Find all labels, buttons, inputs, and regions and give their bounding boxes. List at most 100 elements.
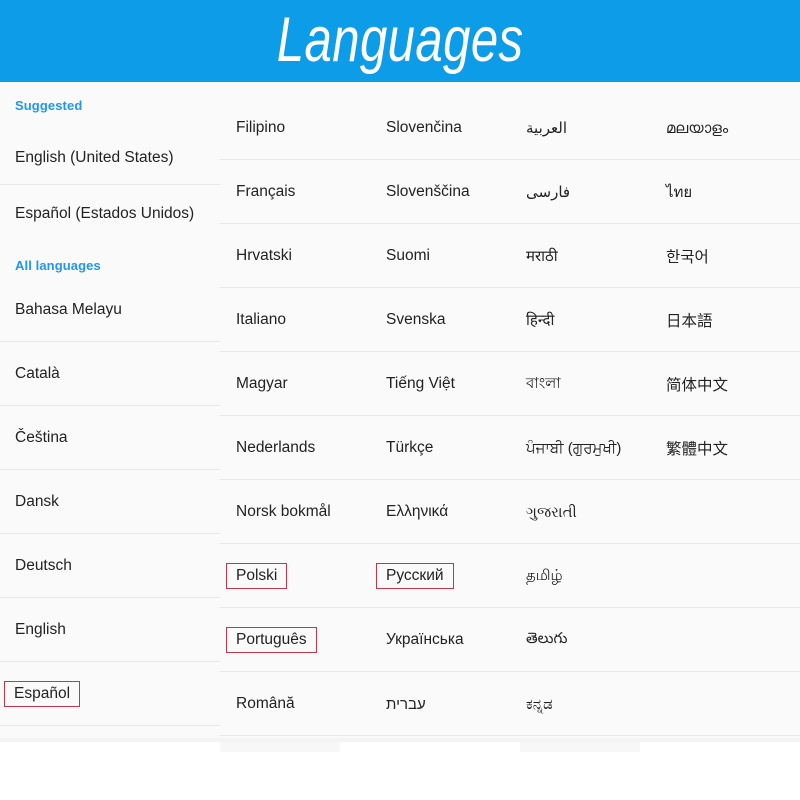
language-grid-cell[interactable]: ไทย <box>650 160 800 224</box>
sidebar-language-label: English <box>15 621 66 638</box>
language-label: Русский <box>376 562 454 590</box>
language-grid-cell[interactable]: ਪੰਜਾਬੀ (ਗੁਰਮੁਖੀ) <box>510 416 650 480</box>
language-grid-cell[interactable]: हिन्दी <box>510 288 650 352</box>
language-grid-cell[interactable]: 繁體中文 <box>650 416 800 480</box>
language-grid-cell[interactable]: العربية <box>510 96 650 160</box>
language-label: Slovenčina <box>386 119 462 136</box>
suggested-languages-sidebar: Suggested English (United States) Español … <box>0 82 220 742</box>
language-label: 한국어 <box>666 249 709 266</box>
language-grid-cell[interactable]: עברית <box>370 672 510 736</box>
sidebar-section-label: All languages <box>15 257 101 273</box>
language-grid-cell[interactable]: Română <box>220 672 370 736</box>
language-grid-cell[interactable]: తెలుగు <box>510 608 650 672</box>
language-grid-cell-empty <box>650 480 800 544</box>
language-grid-cell[interactable]: Svenska <box>370 288 510 352</box>
language-grid-cell[interactable]: ગુજરાતી <box>510 480 650 544</box>
language-label: Slovenščina <box>386 183 470 200</box>
language-label: Magyar <box>236 375 288 392</box>
sidebar-language-label: Català <box>15 365 60 382</box>
language-grid-row: Polski Русский தமிழ் <box>220 544 800 608</box>
language-label: বাংলা <box>526 374 561 392</box>
language-grid-cell[interactable]: Filipino <box>220 96 370 160</box>
sidebar-language-item[interactable]: Bahasa Melayu <box>0 278 220 342</box>
sidebar-section-label: Suggested <box>15 97 83 113</box>
language-grid-cell[interactable]: Slovenščina <box>370 160 510 224</box>
language-label: Ελληνικά <box>386 503 449 520</box>
sidebar-section-header: All languages <box>0 252 220 278</box>
language-grid-cell[interactable]: Slovenčina <box>370 96 510 160</box>
page-title: Languages <box>276 4 524 75</box>
language-label: Português <box>226 626 317 654</box>
language-label: Svenska <box>386 311 446 328</box>
language-grid-cell[interactable]: Français <box>220 160 370 224</box>
language-label: العربية <box>526 120 567 137</box>
language-grid-row: Nederlands Türkçe ਪੰਜਾਬੀ (ਗੁਰਮੁਖੀ) 繁體中文 <box>220 416 800 480</box>
sidebar-language-label: Čeština <box>15 429 68 446</box>
language-grid-cell[interactable]: Suomi <box>370 224 510 288</box>
ghost-row-fragment-a <box>220 742 340 752</box>
sidebar-language-item[interactable]: Deutsch <box>0 534 220 598</box>
language-grid-cell[interactable]: ಕನ್ನಡ <box>510 672 650 736</box>
language-grid-cell[interactable]: Türkçe <box>370 416 510 480</box>
language-grid-cell[interactable]: मराठी <box>510 224 650 288</box>
language-grid-row: Magyar Tiếng Việt বাংলা 简体中文 <box>220 352 800 416</box>
sidebar-language-item[interactable]: English (United States) <box>0 130 220 185</box>
language-label: ಕನ್ನಡ <box>526 695 553 713</box>
language-label: தமிழ் <box>526 566 563 584</box>
language-label: Filipino <box>236 119 286 136</box>
language-grid-cell[interactable]: Ελληνικά <box>370 480 510 544</box>
language-grid-cell[interactable]: Norsk bokmål <box>220 480 370 544</box>
language-grid-cell[interactable]: বাংলা <box>510 352 650 416</box>
language-grid-cell[interactable]: 简体中文 <box>650 352 800 416</box>
language-grid-row: Norsk bokmål Ελληνικά ગુજરાતી <box>220 480 800 544</box>
language-grid-cell-empty <box>650 544 800 608</box>
language-grid-row: Română עברית ಕನ್ನಡ <box>220 672 800 736</box>
language-label: Українська <box>386 631 464 648</box>
language-grid-row: Filipino Slovenčina العربية മലയാളം <box>220 96 800 160</box>
language-label: Norsk bokmål <box>236 503 331 520</box>
language-label: فارسی <box>526 184 571 201</box>
language-grid-cell[interactable]: தமிழ் <box>510 544 650 608</box>
language-label: 简体中文 <box>666 377 729 394</box>
language-label: Suomi <box>386 247 430 264</box>
language-label: Română <box>236 695 295 712</box>
language-grid-cell[interactable]: Hrvatski <box>220 224 370 288</box>
page-header-banner: Languages <box>0 0 800 82</box>
sidebar-language-item[interactable]: Español (Estados Unidos) <box>0 185 220 243</box>
language-grid-cell[interactable]: Polski <box>220 544 370 608</box>
language-grid-row: Français Slovenščina فارسی ไทย <box>220 160 800 224</box>
sidebar-language-item[interactable]: English <box>0 598 220 662</box>
language-label: Nederlands <box>236 439 316 456</box>
languages-content: Suggested English (United States) Español … <box>0 82 800 800</box>
language-label: 繁體中文 <box>666 441 729 458</box>
language-label: मराठी <box>526 248 558 265</box>
sidebar-language-label: English (United States) <box>15 148 174 166</box>
language-grid-cell-empty <box>650 672 800 736</box>
language-grid-row: Italiano Svenska हिन्दी 日本語 <box>220 288 800 352</box>
language-label: മലയാളം <box>666 119 729 137</box>
language-grid-cell[interactable]: Русский <box>370 544 510 608</box>
language-grid-cell[interactable]: Українська <box>370 608 510 672</box>
language-grid-cell[interactable]: Tiếng Việt <box>370 352 510 416</box>
language-grid-cell[interactable]: 한국어 <box>650 224 800 288</box>
language-grid-cell[interactable]: Português <box>220 608 370 672</box>
sidebar-language-item[interactable]: Català <box>0 342 220 406</box>
sidebar-language-label: Español <box>4 680 81 708</box>
language-label: Polski <box>226 562 288 590</box>
sidebar-language-label: Bahasa Melayu <box>15 301 122 318</box>
language-grid-cell[interactable]: فارسی <box>510 160 650 224</box>
language-grid-cell[interactable]: Italiano <box>220 288 370 352</box>
language-grid-cell[interactable]: 日本語 <box>650 288 800 352</box>
sidebar-language-item[interactable]: Dansk <box>0 470 220 534</box>
language-grid-cell[interactable]: മലയാളം <box>650 96 800 160</box>
language-label: ਪੰਜਾਬੀ (ਗੁਰਮੁਖੀ) <box>526 439 622 457</box>
language-grid-cell[interactable]: Magyar <box>220 352 370 416</box>
language-label: Hrvatski <box>236 247 292 264</box>
ghost-row-fragment-b <box>520 742 640 752</box>
sidebar-language-item[interactable]: Español <box>0 662 220 726</box>
language-label: עברית <box>386 695 426 713</box>
language-label: Italiano <box>236 311 286 328</box>
language-grid-cell[interactable]: Nederlands <box>220 416 370 480</box>
sidebar-language-item[interactable]: Čeština <box>0 406 220 470</box>
language-label: हिन्दी <box>526 312 555 329</box>
